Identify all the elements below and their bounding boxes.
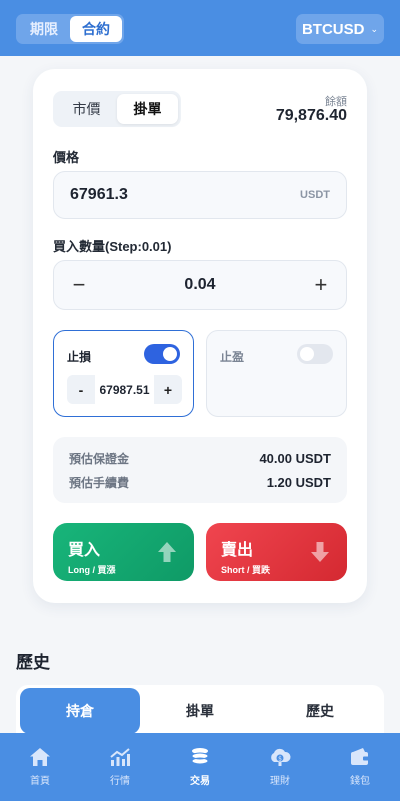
nav-wallet[interactable]: 錢包 [320,733,400,801]
mode-tab-contract[interactable]: 合約 [70,16,122,42]
buy-subtitle: Long / 買漲 [68,565,116,575]
tab-limit[interactable]: 掛單 [117,94,178,124]
stop-loss-minus-button[interactable]: - [67,382,95,398]
home-icon [30,748,50,766]
chevron-down-icon: ⌄ [370,23,379,34]
margin-value: 40.00 USDT [259,450,331,466]
nav-finance-label: 理財 [270,776,290,787]
price-unit: USDT [300,189,330,201]
sell-button[interactable]: 賣出 Short / 買跌 [206,523,347,581]
nav-home[interactable]: 首頁 [0,733,80,801]
toggle-knob [163,347,177,361]
tab-positions[interactable]: 持倉 [20,688,140,734]
nav-trade-label: 交易 [190,776,210,787]
price-input[interactable] [70,186,301,204]
arrow-down-icon [311,542,329,562]
price-field: USDT [53,171,347,219]
stop-loss-panel: 止損 - 67987.51 + [53,330,194,417]
take-profit-label: 止盈 [220,350,245,364]
quantity-minus-button[interactable]: − [68,272,90,297]
quantity-plus-button[interactable]: + [310,272,332,297]
balance-value: 79,876.40 [275,107,347,124]
order-card: 市價 掛單 餘額 79,876.40 價格 USDT 買入數量(Step:0.0… [33,69,367,603]
price-label: 價格 [53,150,80,165]
margin-row: 預估保證金 40.00 USDT [69,446,331,470]
bottom-nav: 首頁 行情 交易 $ 理財 錢包 [0,733,400,801]
app-header: 期限 合約 BTCUSD ⌄ [0,0,400,56]
take-profit-panel: 止盈 [206,330,347,417]
buy-button[interactable]: 買入 Long / 買漲 [53,523,194,581]
symbol-label: BTCUSD [301,20,365,38]
toggle-knob [300,347,314,361]
arrow-up-icon [158,542,176,562]
quantity-label: 買入數量(Step:0.01) [53,239,172,254]
history-tabs: 持倉 掛單 歷史 [16,685,384,737]
stop-loss-stepper: - 67987.51 + [67,375,182,404]
tab-history[interactable]: 歷史 [260,688,380,734]
nav-finance[interactable]: $ 理財 [240,733,320,801]
nav-wallet-label: 錢包 [350,776,370,787]
svg-text:$: $ [278,756,282,763]
mode-toggle: 期限 合約 [16,14,124,44]
fee-label: 預估手續費 [69,475,130,490]
stop-loss-value[interactable]: 67987.51 [95,375,154,404]
cloud-money-icon: $ [271,748,291,766]
chart-icon [110,748,130,766]
mode-tab-futures[interactable]: 期限 [18,16,70,42]
tab-pending-orders[interactable]: 掛單 [140,688,260,734]
nav-market-label: 行情 [110,776,130,787]
tab-market[interactable]: 市價 [56,94,117,124]
nav-market[interactable]: 行情 [80,733,160,801]
symbol-select[interactable]: BTCUSD ⌄ [296,14,384,44]
coins-icon [191,748,209,765]
stop-loss-toggle[interactable] [144,344,180,364]
sell-subtitle: Short / 買跌 [221,565,270,575]
wallet-icon [351,748,369,765]
fee-value: 1.20 USDT [266,474,331,490]
nav-home-label: 首頁 [30,776,50,787]
quantity-value[interactable]: 0.04 [184,276,215,294]
quantity-stepper: − 0.04 + [53,260,347,310]
fee-row: 預估手續費 1.20 USDT [69,470,331,494]
order-type-tabs: 市價 掛單 [53,91,181,127]
estimate-panel: 預估保證金 40.00 USDT 預估手續費 1.20 USDT [53,437,347,503]
stop-loss-label: 止損 [67,350,92,364]
take-profit-toggle[interactable] [297,344,333,364]
stop-loss-plus-button[interactable]: + [154,382,182,398]
nav-trade[interactable]: 交易 [160,733,240,801]
history-title: 歷史 [16,653,50,672]
margin-label: 預估保證金 [69,451,130,466]
